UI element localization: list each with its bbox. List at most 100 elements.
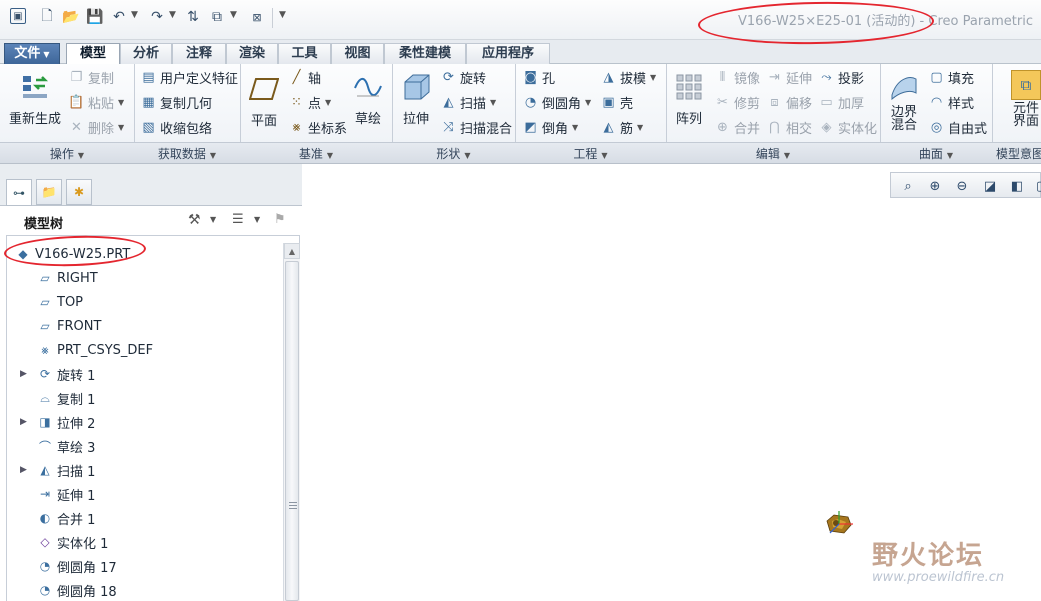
draft-button[interactable]: ◮ 拔模 ▼ (600, 68, 657, 87)
windows-dropdown-icon[interactable]: ▼ (230, 10, 237, 20)
graphics-window[interactable] (302, 206, 1041, 601)
tree-item-solidify[interactable]: ◇ 实体化 1 (7, 531, 277, 553)
tab-annotate[interactable]: 注释 (172, 43, 226, 64)
group-operations[interactable]: 操作 ▼ (0, 145, 134, 162)
trim-button[interactable]: ✂ 修剪 (714, 93, 760, 112)
round-button[interactable]: ◔ 倒圆角 ▼ (522, 93, 591, 112)
open-folder-icon[interactable]: 📂 (62, 8, 80, 26)
tree-item-datum-top[interactable]: ▱ TOP (7, 291, 277, 313)
group-surfaces[interactable]: 曲面 ▼ (880, 145, 992, 162)
customize-toolbar-icon[interactable]: ▼ (279, 10, 286, 20)
extend-button[interactable]: ⇥ 延伸 (766, 68, 812, 87)
tab-file[interactable]: 文件 ▼ (4, 43, 60, 64)
pattern-button[interactable]: 阵列 (672, 70, 706, 127)
delete-button[interactable]: ✕ 删除 ▼ (68, 118, 124, 137)
tree-item-datum-front[interactable]: ▱ FRONT (7, 315, 277, 337)
expand-arrow-icon[interactable]: ▶ (20, 369, 27, 379)
tab-flexible-modeling[interactable]: 柔性建模 (384, 43, 466, 64)
tab-view[interactable]: 视图 (331, 43, 384, 64)
tree-item-merge[interactable]: ◐ 合并 1 (7, 507, 277, 529)
copy-geometry-button[interactable]: ▦ 复制几何 (140, 93, 212, 112)
swept-blend-button[interactable]: ⤨ 扫描混合 (440, 118, 512, 137)
tree-item-round-18[interactable]: ◔ 倒圆角 18 (7, 579, 277, 601)
group-model-intent[interactable]: 模型意图 (996, 145, 1041, 162)
repaint-icon[interactable]: ◪ (979, 176, 1001, 196)
extrude-button[interactable]: 拉伸 (398, 70, 434, 127)
datum-plane-button[interactable]: 平面 (246, 72, 282, 129)
folder-browser-tab[interactable]: 📁 (36, 179, 62, 205)
tree-item-revolve[interactable]: ▶ ⟳ 旋转 1 (7, 363, 277, 385)
model-thumbnail[interactable] (824, 509, 854, 537)
mirror-button[interactable]: ⫴ 镜像 (714, 68, 760, 87)
group-get-data[interactable]: 获取数据 ▼ (134, 145, 240, 162)
save-icon[interactable]: 💾 (86, 8, 104, 26)
tree-item-sweep[interactable]: ▶ ◭ 扫描 1 (7, 459, 277, 481)
revolve-button[interactable]: ⟳ 旋转 (440, 68, 486, 87)
udf-button[interactable]: ▤ 用户定义特征 (140, 68, 238, 87)
windows-icon[interactable]: ⧉ (208, 8, 226, 26)
model-tree-tab[interactable]: ⊶ (6, 179, 32, 206)
tree-item-copy[interactable]: ⌓ 复制 1 (7, 387, 277, 409)
regenerate-button[interactable]: 重新生成 (8, 70, 62, 127)
redo-dropdown-icon[interactable]: ▼ (169, 10, 176, 20)
thicken-button[interactable]: ▭ 加厚 (818, 93, 864, 112)
tab-applications[interactable]: 应用程序 (466, 43, 550, 64)
intersect-button[interactable]: ⋂ 相交 (766, 118, 812, 137)
tab-model[interactable]: 模型 (66, 43, 120, 65)
tree-item-round-17[interactable]: ◔ 倒圆角 17 (7, 555, 277, 577)
chamfer-button[interactable]: ◩ 倒角 ▼ (522, 118, 578, 137)
new-file-icon[interactable]: 🗋 (38, 8, 56, 26)
group-datum[interactable]: 基准 ▼ (240, 145, 392, 162)
favorites-tab[interactable]: ✱ (66, 179, 92, 205)
boundary-blend-button[interactable]: 边界 混合 (886, 70, 922, 132)
tree-item-datum-right[interactable]: ▱ RIGHT (7, 267, 277, 289)
group-engineering[interactable]: 工程 ▼ (515, 145, 666, 162)
refit-icon[interactable]: ⌕ (897, 176, 919, 196)
tree-item-csys[interactable]: ⨳ PRT_CSYS_DEF (7, 339, 277, 361)
undo-dropdown-icon[interactable]: ▼ (131, 10, 138, 20)
expand-arrow-icon[interactable]: ▶ (20, 465, 27, 475)
shell-button[interactable]: ▣ 壳 (600, 93, 633, 112)
chevron-down-icon[interactable]: ▼ (210, 215, 216, 224)
project-button[interactable]: ⤳ 投影 (818, 68, 864, 87)
tree-item-sketch[interactable]: ⌒ 草绘 3 (7, 435, 277, 457)
filter-icon[interactable]: ⚑ (274, 212, 286, 227)
tools-icon[interactable]: ⚒ (188, 212, 201, 228)
zoom-out-icon[interactable]: ⊖ (951, 176, 973, 196)
offset-button[interactable]: ⧈ 偏移 (766, 93, 812, 112)
rib-button[interactable]: ◭ 筋 ▼ (600, 118, 644, 137)
model-tree-scrollbar[interactable]: ▲ (283, 243, 300, 601)
paste-button[interactable]: 📋 粘贴 ▼ (68, 93, 124, 112)
tab-analysis[interactable]: 分析 (120, 43, 172, 64)
tree-item-extrude[interactable]: ▶ ◨ 拉伸 2 (7, 411, 277, 433)
display-style-icon[interactable]: ◧ (1006, 176, 1028, 196)
scroll-up-icon[interactable]: ▲ (284, 243, 300, 259)
undo-icon[interactable]: ↶ (110, 8, 128, 26)
scrollbar-thumb[interactable] (285, 261, 299, 601)
regenerate-icon[interactable]: ⇅ (184, 8, 202, 26)
fill-button[interactable]: ▢ 填充 (928, 68, 974, 87)
tab-tools[interactable]: 工具 (278, 43, 331, 64)
group-editing[interactable]: 编辑 ▼ (666, 145, 880, 162)
zoom-in-icon[interactable]: ⊕ (924, 176, 946, 196)
app-menu-icon[interactable]: ▣ (10, 8, 26, 24)
point-button[interactable]: ⁙ 点 ▼ (288, 93, 331, 112)
group-shape[interactable]: 形状 ▼ (392, 145, 515, 162)
expand-arrow-icon[interactable]: ▶ (20, 417, 27, 427)
saved-views-icon[interactable]: ▢ (1031, 176, 1041, 196)
chevron-down-icon[interactable]: ▼ (254, 215, 260, 224)
merge-button[interactable]: ⊕ 合并 (714, 118, 760, 137)
shrinkwrap-button[interactable]: ▧ 收缩包络 (140, 118, 212, 137)
solidify-button[interactable]: ◈ 实体化 (818, 118, 878, 137)
sweep-button[interactable]: ◭ 扫描 ▼ (440, 93, 497, 112)
axis-button[interactable]: ╱ 轴 (288, 68, 321, 87)
settings-icon[interactable]: ☰ (232, 212, 244, 227)
redo-icon[interactable]: ↷ (148, 8, 166, 26)
csys-button[interactable]: ⨳ 坐标系 (288, 118, 347, 137)
copy-button[interactable]: ❐ 复制 (68, 68, 114, 87)
tree-item-extend[interactable]: ⇥ 延伸 1 (7, 483, 277, 505)
close-window-icon[interactable]: ⊠ (248, 8, 266, 26)
sketch-button[interactable]: 草绘 (350, 70, 386, 127)
tree-item-part[interactable]: ◆ V166-W25.PRT (7, 243, 277, 265)
hole-button[interactable]: ◙ 孔 (522, 68, 555, 87)
